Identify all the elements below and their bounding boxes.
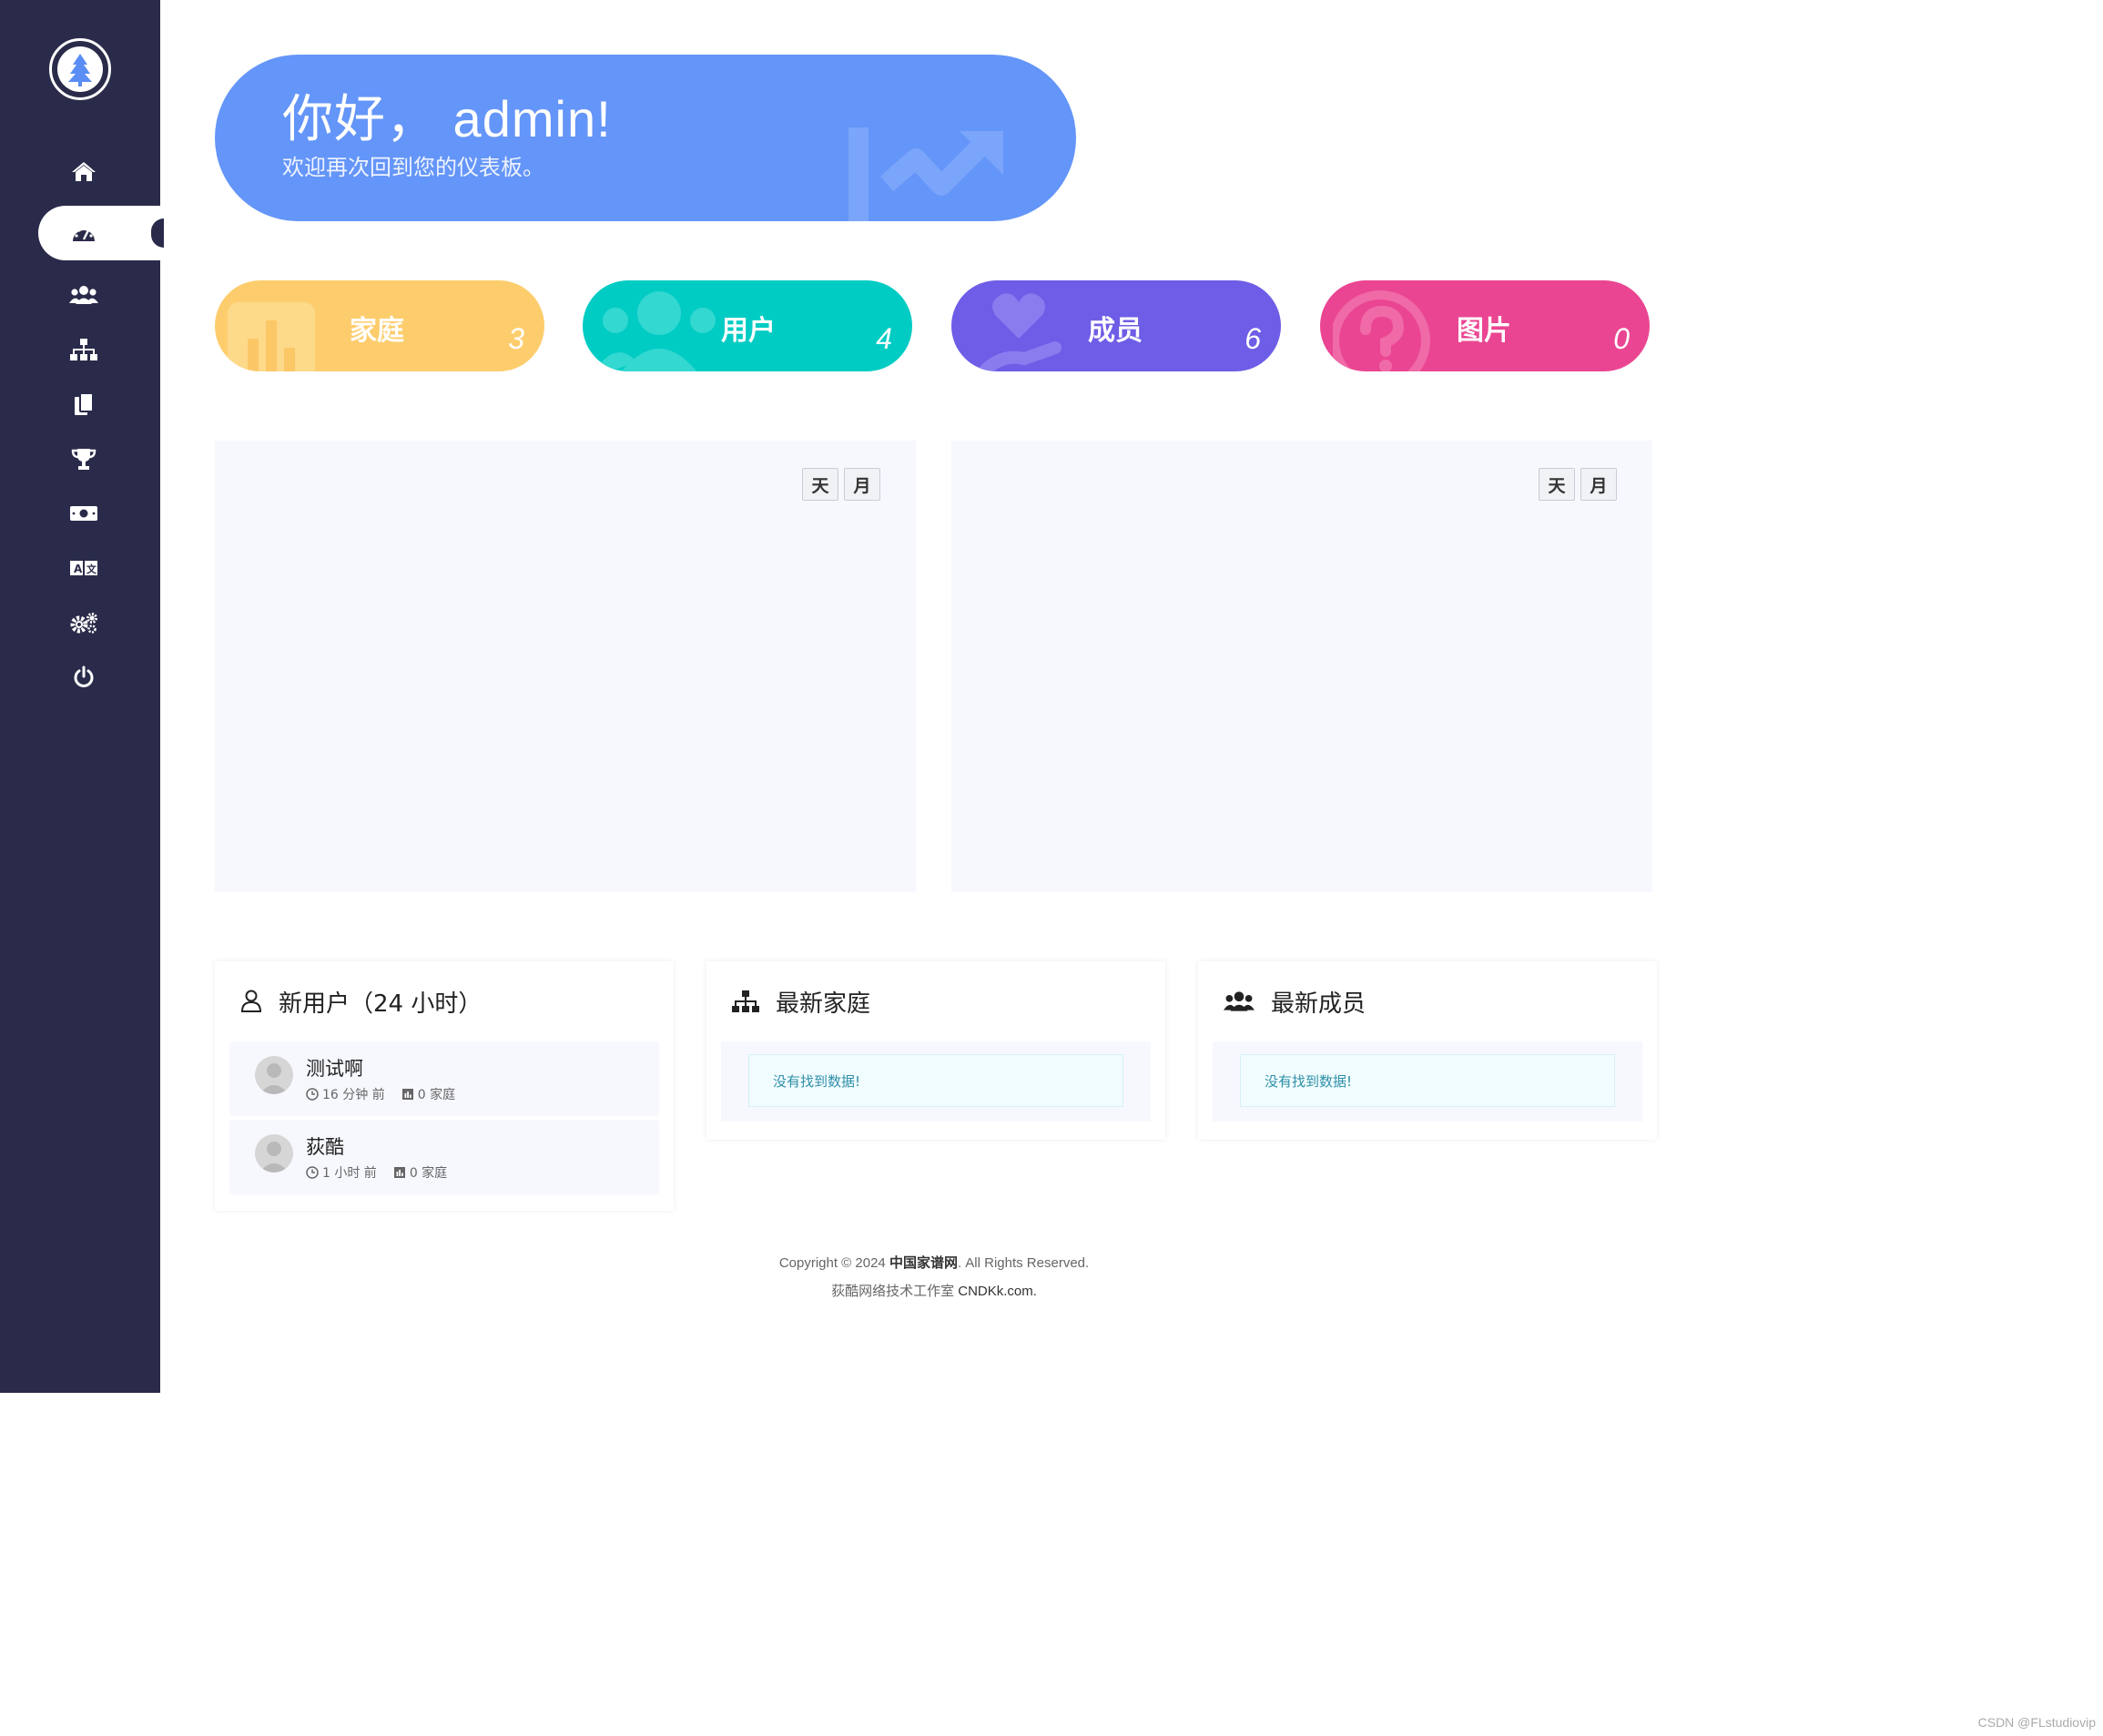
question-circle-icon <box>1333 290 1430 371</box>
stat-label: 用户 <box>721 315 776 347</box>
chart-panel-left: 天 月 <box>215 441 916 892</box>
footer-brand-link[interactable]: 中国家谱网 <box>889 1255 958 1271</box>
hand-heart-icon <box>976 293 1062 371</box>
stat-value: 3 <box>508 322 524 355</box>
welcome-title: 你好， admin! <box>282 90 612 147</box>
stat-card-members[interactable]: 成员 6 <box>951 280 1281 371</box>
sidebar-item-awards[interactable] <box>0 431 160 486</box>
card-header: 最新家庭 <box>706 961 1165 1041</box>
sidebar-item-logout[interactable] <box>0 650 160 705</box>
card-title: 最新成员 <box>1271 990 1366 1018</box>
sidebar-item-documents[interactable] <box>0 377 160 431</box>
clock-icon <box>306 1088 319 1101</box>
user-meta: 16 分钟 前 0 家庭 <box>306 1085 455 1103</box>
stat-label: 家庭 <box>350 315 404 347</box>
users-icon <box>69 286 98 304</box>
card-title: 新用户（24 小时） <box>279 990 483 1018</box>
sidebar-item-dashboard[interactable] <box>38 206 164 260</box>
bar-chart-icon <box>228 302 315 371</box>
user-joined-time: 16 分钟 前 <box>322 1088 385 1102</box>
card-header: 最新成员 <box>1198 961 1657 1041</box>
empty-state-message: 没有找到数据! <box>748 1054 1123 1107</box>
card-header: 新用户（24 小时） <box>215 961 674 1041</box>
user-family-count: 0 家庭 <box>409 1166 448 1181</box>
cogs-icon <box>70 613 97 634</box>
users-group-icon <box>595 291 716 371</box>
default-avatar-icon <box>259 1063 289 1094</box>
user-meta: 1 小时 前 0 家庭 <box>306 1163 447 1182</box>
copy-icon <box>75 392 94 415</box>
sidebar-item-language[interactable]: A 文 <box>0 541 160 595</box>
trophy-icon <box>71 449 97 470</box>
period-month-button[interactable]: 月 <box>844 468 880 501</box>
users-icon <box>1224 991 1255 1011</box>
welcome-banner: 你好， admin! 欢迎再次回到您的仪表板。 <box>215 55 1076 221</box>
footer-credits: 荻酷网络技术工作室 CNDKk.com. <box>831 1284 1037 1299</box>
latest-members-card: 最新成员 没有找到数据! <box>1198 961 1657 1140</box>
chart-panel-right: 天 月 <box>951 441 1652 892</box>
chart-square-icon <box>393 1167 405 1178</box>
sidebar-item-settings[interactable] <box>0 595 160 650</box>
period-toggle: 天 月 <box>1539 468 1617 501</box>
user-name[interactable]: 荻酷 <box>306 1132 344 1160</box>
new-users-card: 新用户（24 小时） 测试啊 16 分钟 前 0 家庭 荻酷 1 小时 前 0 … <box>215 961 674 1211</box>
sidebar-item-family-tree[interactable] <box>0 322 160 377</box>
sidebar-item-finance[interactable] <box>0 486 160 541</box>
stat-card-photos[interactable]: 图片 0 <box>1320 280 1650 371</box>
sitemap-icon <box>732 990 759 1012</box>
stat-value: 6 <box>1245 322 1261 355</box>
stat-card-families[interactable]: 家庭 3 <box>215 280 544 371</box>
sidebar-item-home[interactable] <box>0 144 160 198</box>
avatar <box>255 1056 293 1094</box>
period-toggle: 天 月 <box>802 468 880 501</box>
list-item[interactable]: 测试啊 16 分钟 前 0 家庭 <box>229 1041 659 1116</box>
home-icon <box>72 162 96 181</box>
stat-label: 图片 <box>1457 315 1511 347</box>
watermark: CSDN @FLstudiovip <box>1977 1715 2096 1730</box>
language-icon: A 文 <box>70 561 97 575</box>
dashboard-gauge-icon <box>73 227 95 241</box>
svg-text:文: 文 <box>86 563 97 575</box>
period-month-button[interactable]: 月 <box>1580 468 1617 501</box>
avatar <box>255 1134 293 1173</box>
period-day-button[interactable]: 天 <box>802 468 838 501</box>
stat-label: 成员 <box>1088 315 1143 347</box>
stat-value: 4 <box>876 322 892 355</box>
list-item[interactable]: 荻酷 1 小时 前 0 家庭 <box>229 1120 659 1194</box>
stat-value: 0 <box>1613 322 1630 355</box>
latest-families-card: 最新家庭 没有找到数据! <box>706 961 1165 1140</box>
power-icon <box>74 665 94 687</box>
user-name[interactable]: 测试啊 <box>306 1054 363 1081</box>
growth-chart-icon <box>848 127 1003 221</box>
chart-square-icon <box>401 1089 413 1100</box>
sitemap-icon <box>70 339 97 360</box>
default-avatar-icon <box>259 1142 289 1173</box>
tree-icon <box>68 54 92 86</box>
app-logo[interactable] <box>49 38 111 100</box>
card-title: 最新家庭 <box>776 990 871 1018</box>
period-day-button[interactable]: 天 <box>1539 468 1575 501</box>
welcome-subtitle: 欢迎再次回到您的仪表板。 <box>282 155 544 180</box>
money-bill-icon <box>70 506 97 521</box>
footer-copyright: Copyright © 2024 中国家谱网. All Rights Reser… <box>778 1255 1090 1271</box>
stat-card-users[interactable]: 用户 4 <box>583 280 912 371</box>
svg-text:A: A <box>74 563 83 575</box>
user-family-count: 0 家庭 <box>417 1088 456 1102</box>
clock-icon <box>306 1166 319 1179</box>
sidebar-item-users[interactable] <box>0 268 160 322</box>
user-outline-icon <box>240 990 262 1012</box>
user-joined-time: 1 小时 前 <box>322 1166 377 1181</box>
empty-state-message: 没有找到数据! <box>1240 1054 1615 1107</box>
sidebar: A 文 <box>0 0 164 1393</box>
footer-site-link[interactable]: CNDKk.com. <box>958 1284 1037 1299</box>
